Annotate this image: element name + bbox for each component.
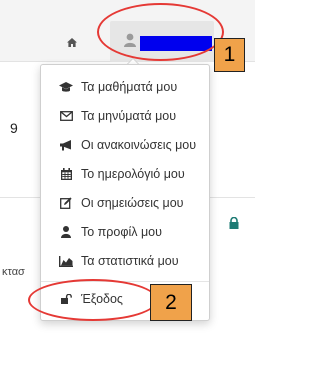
graduation-cap-icon bbox=[59, 81, 73, 92]
menu-item-label: Το ημερολόγιό μου bbox=[81, 167, 185, 181]
edit-icon bbox=[60, 197, 72, 209]
menu-item-label: Τα μαθήματά μου bbox=[81, 80, 178, 94]
menu-item-label: Τα στατιστικά μου bbox=[81, 254, 179, 268]
bullhorn-icon bbox=[59, 139, 71, 150]
calendar-icon bbox=[60, 168, 72, 180]
area-chart-icon bbox=[59, 255, 73, 267]
menu-item-label: Οι ανακοινώσεις μου bbox=[81, 138, 197, 152]
user-icon bbox=[61, 226, 71, 238]
menu-item-my-profile[interactable]: Το προφίλ μου bbox=[41, 220, 209, 244]
annotation-label-1: 1 bbox=[214, 38, 245, 72]
lock-icon bbox=[229, 217, 239, 229]
menu-item-label: Το προφίλ μου bbox=[81, 225, 162, 239]
home-icon bbox=[67, 37, 77, 47]
menu-item-my-courses[interactable]: Τα μαθήματά μου bbox=[41, 75, 209, 99]
menu-item-my-notes[interactable]: Οι σημειώσεις μου bbox=[41, 191, 209, 215]
menu-item-label: Τα μηνύματά μου bbox=[81, 109, 177, 123]
annotation-circle-user-button bbox=[97, 3, 224, 61]
menu-item-my-messages[interactable]: Τα μηνύματά μου bbox=[41, 104, 209, 128]
card-text-fragment: κτασ bbox=[2, 266, 25, 278]
envelope-icon bbox=[59, 111, 73, 121]
annotation-label-2: 2 bbox=[150, 284, 192, 321]
menu-item-my-calendar[interactable]: Το ημερολόγιό μου bbox=[41, 162, 209, 186]
menu-item-my-announcements[interactable]: Οι ανακοινώσεις μου bbox=[41, 133, 209, 157]
annotation-circle-logout bbox=[28, 279, 158, 321]
menu-item-label: Οι σημειώσεις μου bbox=[81, 196, 184, 210]
menu-item-my-statistics[interactable]: Τα στατιστικά μου bbox=[41, 249, 209, 273]
home-button[interactable] bbox=[62, 32, 82, 52]
background-number: 9 bbox=[10, 120, 18, 136]
